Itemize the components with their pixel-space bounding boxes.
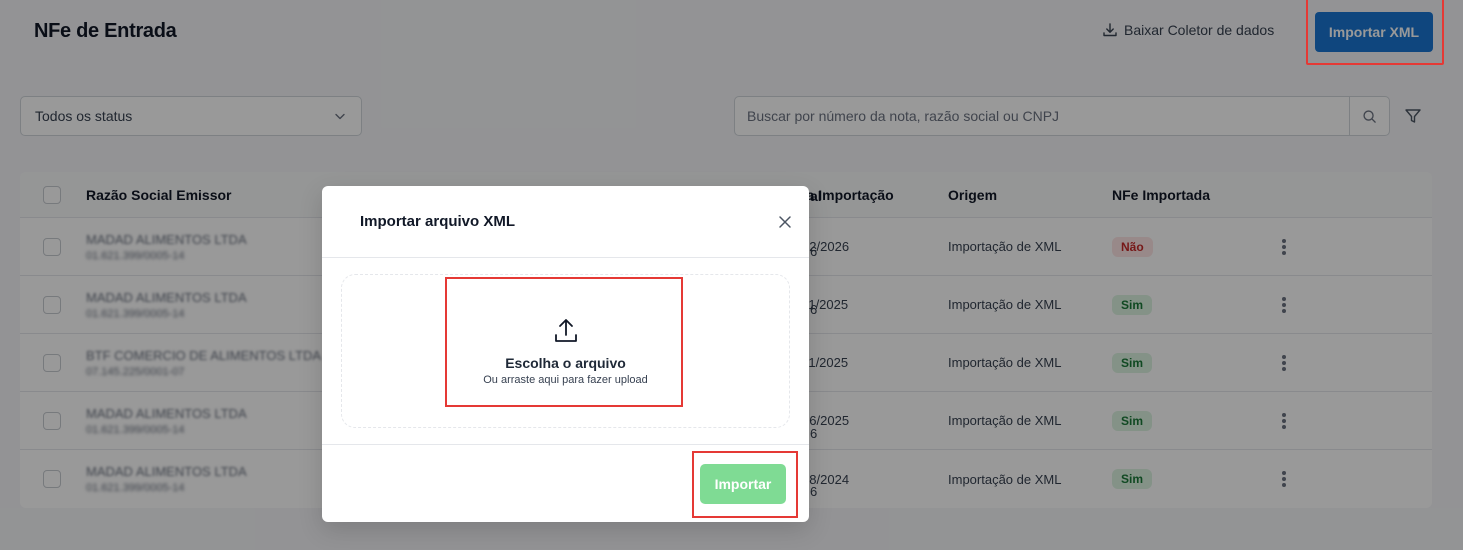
import-xml-modal: Importar arquivo XML Escolha o arquivo O… <box>322 186 809 522</box>
upload-icon <box>554 318 577 342</box>
import-button[interactable]: Importar <box>700 463 786 504</box>
modal-footer: Importar <box>322 445 809 522</box>
modal-body: Escolha o arquivo Ou arraste aqui para f… <box>322 258 809 445</box>
file-dropzone[interactable]: Escolha o arquivo Ou arraste aqui para f… <box>341 274 790 428</box>
close-icon[interactable] <box>775 212 795 232</box>
modal-title: Importar arquivo XML <box>360 213 516 230</box>
modal-header: Importar arquivo XML <box>322 186 809 258</box>
dropzone-subtitle: Ou arraste aqui para fazer upload <box>483 373 648 386</box>
dropzone-title: Escolha o arquivo <box>505 354 626 371</box>
